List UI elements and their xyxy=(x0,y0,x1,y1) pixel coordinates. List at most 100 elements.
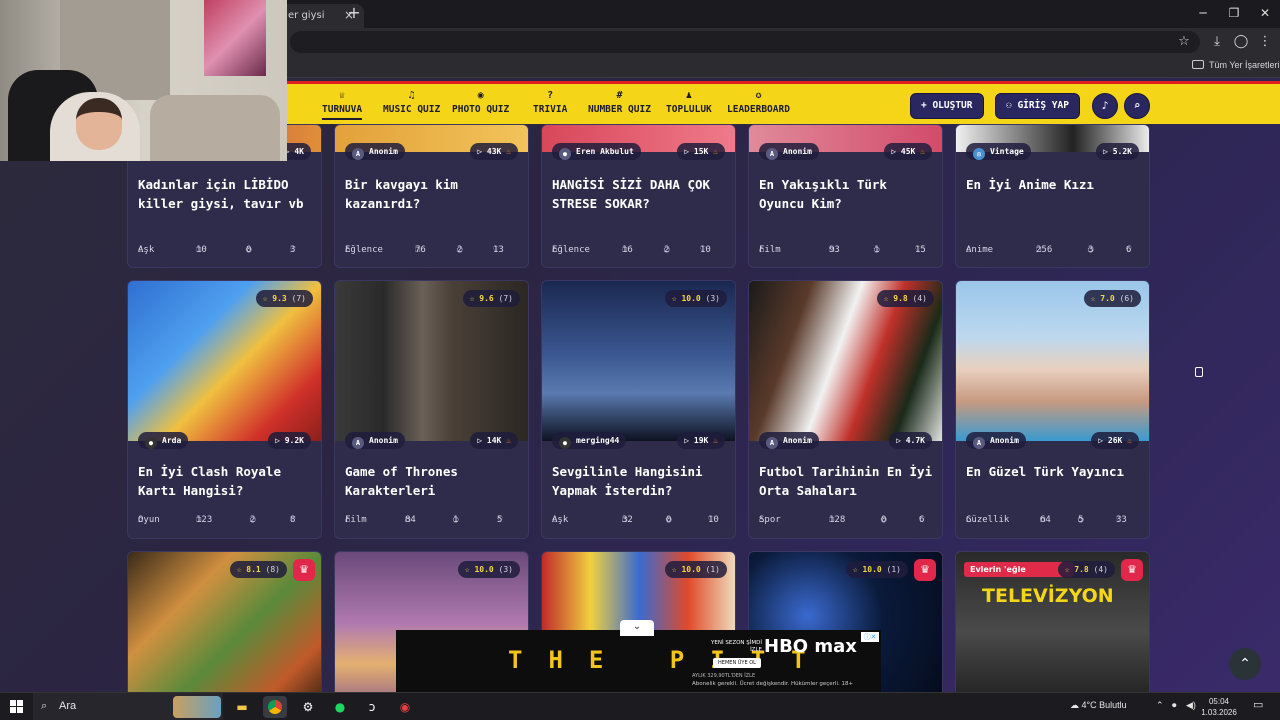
avatar: A xyxy=(352,437,364,449)
star-icon: ☆ xyxy=(236,565,242,574)
fire-icon: ♨ xyxy=(1127,436,1132,445)
nav-leaderboard[interactable]: ✪ LEADERBOARD xyxy=(727,90,790,115)
search-button[interactable]: ⌕ xyxy=(1124,93,1150,119)
avatar: A xyxy=(973,437,985,449)
quiz-card[interactable]: ☆ 7.0 (6) A Anonim ▷ 26K ♨ En Güzel Türk … xyxy=(955,280,1150,539)
trophy-icon: ♕ xyxy=(339,90,346,101)
settings-icon[interactable]: ⚙ xyxy=(296,696,320,718)
fire-icon: ♨ xyxy=(920,147,925,156)
collapse-ad-button[interactable]: ⌄ xyxy=(620,620,654,636)
nav-number-quiz[interactable]: # NUMBER QUIZ xyxy=(588,90,651,115)
clock[interactable]: 05:04 1.03.2026 xyxy=(1198,696,1240,718)
quiz-card[interactable]: ☆ 10.0 (3) ● merging44 ▷ 19K ♨ Sevgilinle… xyxy=(541,280,736,539)
weather-widget[interactable]: ☁ 4°C Bulutlu xyxy=(1070,700,1127,711)
quiz-card[interactable]: ● Eren Akbulut ▷ 15K ♨ HANGİSİ SİZİ DAHA … xyxy=(541,124,736,268)
play-icon: ▷ xyxy=(684,147,694,156)
tray-overflow-icon[interactable]: ⌃ xyxy=(1156,700,1164,711)
star-icon: ☆ xyxy=(1090,294,1096,303)
volume-icon[interactable]: ◀) xyxy=(1186,700,1196,711)
author-badge: ● Arda xyxy=(138,432,189,449)
chevron-down-icon: ⌄ xyxy=(632,621,642,632)
quiz-card[interactable]: ☆ 9.6 (7) A Anonim ▷ 14K ♨ Game of Throne… xyxy=(334,280,529,539)
quiz-card[interactable]: A Anonim ▷ 43K ♨ Bir kavgayı kim kazanırd… xyxy=(334,124,529,268)
rating-badge: ☆ 9.3 (7) xyxy=(255,290,313,307)
play-icon: ▷ xyxy=(477,436,487,445)
card-title: Bir kavgayı kim kazanırdı? xyxy=(345,177,458,211)
fire-icon: ♨ xyxy=(506,436,511,445)
download-icon[interactable]: ⤓ xyxy=(1207,32,1227,52)
quiz-card[interactable]: ◎ Vintage ▷ 5.2K En İyi Anime Kızı ⌂ Anime… xyxy=(955,124,1150,268)
bell-icon: ♪ xyxy=(1101,99,1109,112)
ad-choices-icon[interactable]: ⓘ✕ xyxy=(861,632,879,642)
crown-icon: ♛ xyxy=(293,559,315,581)
avatar: ● xyxy=(145,437,157,449)
music-icon: ♫ xyxy=(408,90,415,101)
quiz-card[interactable]: ☆ 9.3 (7) ● Arda ▷ 9.2K En İyi Clash Roya… xyxy=(127,280,322,539)
search-icon: ⌕ xyxy=(1133,99,1141,112)
author-badge: A Anonim xyxy=(759,432,819,449)
spotify-icon[interactable]: ● xyxy=(328,696,352,718)
profile-icon[interactable]: ◯ xyxy=(1231,32,1251,52)
nav-trivia[interactable]: ? TRIVIA xyxy=(533,90,567,115)
card-meta: ⌂ Aşk ❐ 10 ◯ 0 ♡ 3 xyxy=(138,245,296,255)
medal-icon: ✪ xyxy=(755,90,762,101)
user-icon: ⚇ xyxy=(1006,100,1018,111)
ad-fine-print: Abonelik gerekli. Ücret değişkendir. Hük… xyxy=(692,681,854,687)
crown-icon: ♛ xyxy=(914,559,936,581)
author-badge: A Anonim xyxy=(345,432,405,449)
plays-badge: ▷ 26K ♨ xyxy=(1091,432,1139,449)
taskbar-search[interactable]: ⌕ Ara xyxy=(33,693,223,720)
notifications-button[interactable]: ♪ xyxy=(1092,93,1118,119)
card-title: Kadınlar için LİBİDO killer giysi, tavır… xyxy=(138,177,304,211)
rating-badge: ☆ 10.0 (3) xyxy=(664,290,727,307)
card-title: En İyi Anime Kızı xyxy=(966,177,1094,192)
card-title: Game of Thrones Karakterleri xyxy=(345,464,458,498)
rating-badge: ☆ 10.0 (3) xyxy=(457,561,520,578)
address-bar[interactable] xyxy=(290,31,1200,53)
card-meta: ⌂ Film ❐ 93 ◯ 1 ♡ 15 xyxy=(759,245,926,255)
search-placeholder: Ara xyxy=(59,700,77,712)
play-icon: ▷ xyxy=(1103,147,1113,156)
file-explorer-icon[interactable]: ▬ xyxy=(230,696,254,718)
quiz-card[interactable]: A Anonim ▷ 45K ♨ En Yakışıklı Türk Oyuncu… xyxy=(748,124,943,268)
play-icon: ▷ xyxy=(896,436,906,445)
cloud-icon: ☁ xyxy=(1070,700,1082,710)
nav-music-quiz[interactable]: ♫ MUSIC QUIZ xyxy=(383,90,440,115)
card-title: Futbol Tarihinin En İyi Orta Sahaları xyxy=(759,464,933,498)
ad-cta-button[interactable]: HEMEN ÜYE OL xyxy=(713,658,761,668)
microphone-icon[interactable]: ⏺ xyxy=(1172,700,1177,711)
card-meta: ⌂ Anime ❐ 256 ◯ 3 ♡ 6 xyxy=(966,245,1132,255)
avatar: A xyxy=(766,148,778,160)
card-meta: ⌂ Oyun ❐ 123 ◯ 2 ♡ 8 xyxy=(138,515,296,525)
ad-banner[interactable]: ⌄ THE PITT YENİ SEZON ŞİMDİ İZLE HBO max… xyxy=(396,620,881,692)
restore-icon[interactable]: ❐ xyxy=(1219,4,1249,22)
login-button[interactable]: ⚇ GİRİŞ YAP xyxy=(995,93,1080,119)
fire-icon: ♨ xyxy=(506,147,511,156)
notification-icon[interactable]: ▭ xyxy=(1253,698,1263,711)
quiz-card[interactable]: ☆ 9.8 (4) A Anonim ▷ 4.7K Futbol Tarihini… xyxy=(748,280,943,539)
star-icon: ☆ xyxy=(852,565,858,574)
scroll-to-top-button[interactable]: ⌃ xyxy=(1229,648,1261,680)
bookmark-star-icon[interactable]: ☆ xyxy=(1174,32,1194,52)
all-bookmarks-button[interactable]: Tüm Yer İşaretleri xyxy=(1192,60,1280,70)
plays-badge: ▷ 4.7K xyxy=(889,432,932,449)
quiz-card[interactable]: ☆ 8.1 (8) ♛ xyxy=(127,551,322,692)
nav-topluluk[interactable]: ♟ TOPLULUK xyxy=(666,90,712,115)
card-meta: ⌂ Güzellik ❐ 64 ◯ 5 ♡ 33 xyxy=(966,515,1127,525)
menu-icon[interactable]: ⋮ xyxy=(1255,32,1275,52)
rating-badge: ☆ 8.1 (8) xyxy=(229,561,287,578)
minimize-icon[interactable]: ─ xyxy=(1188,4,1218,22)
recorder-icon[interactable]: ◉ xyxy=(393,696,417,718)
card-title: En Yakışıklı Türk Oyuncu Kim? xyxy=(759,177,887,211)
plays-badge: ▷ 19K ♨ xyxy=(677,432,725,449)
create-button[interactable]: + OLUŞTUR xyxy=(910,93,984,119)
chrome-icon[interactable] xyxy=(263,696,287,718)
new-tab-button[interactable]: + xyxy=(346,4,362,22)
app-icon[interactable]: ↄ xyxy=(360,696,384,718)
start-icon[interactable] xyxy=(10,700,23,713)
nav-photo-quiz[interactable]: ◉ PHOTO QUIZ xyxy=(452,90,509,115)
close-window-icon[interactable]: ✕ xyxy=(1250,4,1280,22)
chevron-up-icon: ⌃ xyxy=(1239,656,1251,672)
quiz-card[interactable]: Evlerin 'eğle TELEVİZYON ☆ 7.8 (4) ♛ xyxy=(955,551,1150,692)
nav-turnuva[interactable]: ♕ TURNUVA xyxy=(322,90,363,120)
